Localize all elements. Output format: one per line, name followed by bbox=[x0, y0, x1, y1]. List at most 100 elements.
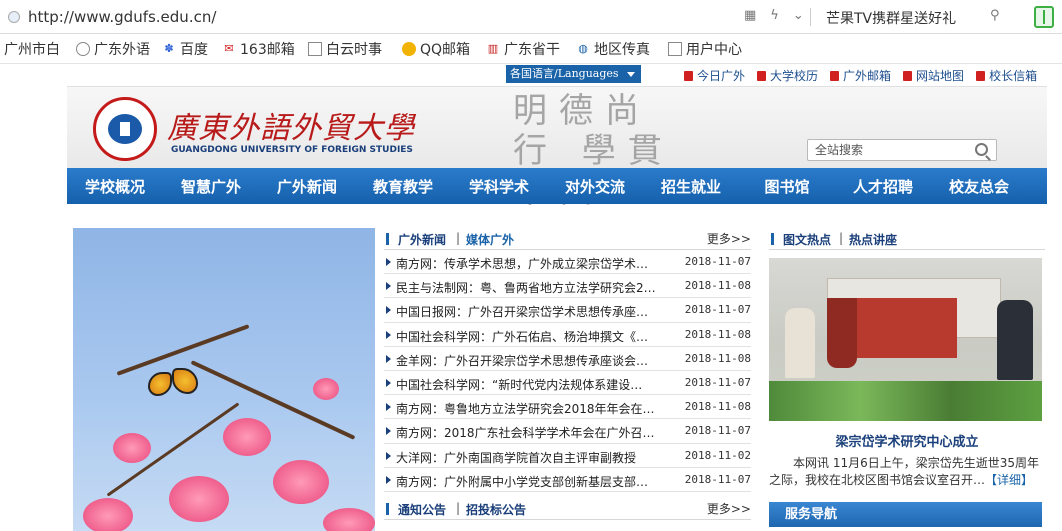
language-select[interactable]: 各国语言/Languages bbox=[506, 65, 641, 83]
blossom bbox=[313, 378, 339, 400]
list-item[interactable]: 中国社会科学网：广外石佑启、杨治坤撰文《… 2018-11-08 bbox=[384, 323, 751, 347]
arrow-icon bbox=[386, 378, 391, 387]
hot-section: 图文热点 | 热点讲座 梁宗岱学术研究中心成立 本网讯 11月6日上午，梁宗岱先… bbox=[769, 228, 1045, 489]
top-links: 今日广外 大学校历 广外邮箱 网站地图 校长信箱 bbox=[684, 67, 1037, 84]
tab-lectures[interactable]: 热点讲座 bbox=[849, 231, 897, 248]
toplink-sitemap[interactable]: 网站地图 bbox=[903, 67, 964, 84]
site-search-input[interactable]: 全站搜索 bbox=[807, 139, 997, 161]
arrow-icon bbox=[386, 451, 391, 460]
address-tools: ▦ ϟ ⌄ bbox=[744, 8, 804, 23]
nav-item[interactable]: 图书馆 bbox=[739, 176, 835, 197]
bookmark-item[interactable]: 广州市白 bbox=[0, 39, 72, 59]
hot-summary: 本网讯 11月6日上午，梁宗岱先生逝世35周年之际，我校在北校区图书馆会议室召开… bbox=[769, 456, 1039, 487]
news-list: 南方网：传承学术思想，广外成立梁宗岱学术… 2018-11-07 民主与法制网：粤… bbox=[384, 250, 751, 492]
paw-icon: ✽ bbox=[164, 41, 174, 55]
globe-icon bbox=[8, 10, 20, 23]
list-item[interactable]: 南方网：粤鲁地方立法学研究会2018年年会在… 2018-11-08 bbox=[384, 395, 751, 420]
section-marker bbox=[771, 233, 774, 245]
blossom bbox=[113, 433, 151, 463]
nav-item[interactable]: 学科学术 bbox=[451, 176, 547, 197]
nav-item[interactable]: 招生就业 bbox=[643, 176, 739, 197]
sitemap-icon bbox=[903, 70, 913, 81]
list-item[interactable]: 南方网：传承学术思想，广外成立梁宗岱学术… 2018-11-07 bbox=[384, 250, 751, 275]
blossom bbox=[323, 508, 375, 531]
blossom bbox=[223, 418, 271, 456]
tab-bidding[interactable]: 招投标公告 bbox=[466, 501, 526, 518]
nav-item[interactable]: 广外新闻 bbox=[259, 176, 355, 197]
bookmark-item[interactable]: 广东外语 bbox=[72, 39, 158, 59]
bolt-icon[interactable]: ϟ bbox=[770, 8, 779, 23]
logo-english-name: GUANGDONG UNIVERSITY OF FOREIGN STUDIES bbox=[171, 145, 413, 155]
bookmark-item[interactable]: ◍ 地区传真 bbox=[572, 39, 664, 59]
logo-chinese-name: 廣東外語外貿大學 bbox=[167, 111, 415, 146]
site-header: 廣東外語外貿大學 GUANGDONG UNIVERSITY OF FOREIGN… bbox=[67, 86, 1047, 211]
tab-media-news[interactable]: 媒体广外 bbox=[466, 231, 514, 248]
mail163-icon: ✉ bbox=[224, 41, 234, 55]
hot-headline[interactable]: 梁宗岱学术研究中心成立 bbox=[769, 431, 1045, 450]
list-item[interactable]: 民主与法制网：粤、鲁两省地方立法学研究会2… 2018-11-08 bbox=[384, 274, 751, 299]
bookmark-item[interactable]: 白云时事 bbox=[304, 39, 398, 59]
tab-separator: | bbox=[456, 500, 461, 515]
bookmark-item[interactable]: 用户中心 bbox=[664, 39, 754, 59]
bookmark-item[interactable]: QQ邮箱 bbox=[398, 39, 482, 59]
section-marker bbox=[386, 502, 389, 515]
tab-notices[interactable]: 通知公告 bbox=[398, 501, 446, 518]
toplink-mail[interactable]: 广外邮箱 bbox=[830, 67, 891, 84]
mail-icon bbox=[976, 70, 986, 81]
arrow-icon bbox=[386, 258, 391, 266]
tab-campus-news[interactable]: 广外新闻 bbox=[398, 231, 446, 248]
list-item[interactable]: 南方网：2018广东社会科学学术年会在广外召… 2018-11-07 bbox=[384, 419, 751, 444]
nav-item[interactable]: 人才招聘 bbox=[835, 176, 931, 197]
swirl-icon: ◍ bbox=[578, 41, 588, 55]
nav-item[interactable]: 学校概况 bbox=[67, 176, 163, 197]
university-logo[interactable] bbox=[93, 97, 157, 161]
list-item[interactable]: 金羊网：广外召开梁宗岱学术思想传承座谈会… 2018-11-08 bbox=[384, 347, 751, 371]
grid-icon[interactable]: ▦ bbox=[744, 8, 756, 23]
list-item[interactable]: 中国日报网：广外召开梁宗岱学术思想传承座… 2018-11-07 bbox=[384, 298, 751, 323]
nav-item[interactable]: 教育教学 bbox=[355, 176, 451, 197]
more-link[interactable]: 更多>> bbox=[707, 500, 751, 517]
search-icon[interactable] bbox=[975, 143, 988, 156]
arrow-icon bbox=[386, 475, 391, 484]
tab-separator: | bbox=[456, 231, 461, 245]
promo-link[interactable]: 芒果TV携群星送好礼 bbox=[826, 8, 956, 28]
nav-item[interactable]: 对外交流 bbox=[547, 176, 643, 197]
url-text[interactable]: http://www.gdufs.edu.cn/ bbox=[28, 8, 216, 26]
page-icon bbox=[308, 41, 322, 56]
book-icon: ▥ bbox=[487, 41, 499, 55]
toplink-calendar[interactable]: 大学校历 bbox=[757, 67, 818, 84]
banner-image[interactable] bbox=[73, 228, 375, 531]
blossom bbox=[273, 460, 329, 504]
bookmark-item[interactable]: ✉ 163邮箱 bbox=[218, 39, 304, 59]
bookmark-item[interactable]: ✽ 百度 bbox=[158, 39, 218, 59]
tab-photo-hot[interactable]: 图文热点 bbox=[783, 231, 831, 248]
arrow-icon bbox=[386, 427, 391, 436]
search-icon[interactable]: ⚲ bbox=[990, 8, 1000, 23]
arrow-icon bbox=[386, 403, 391, 412]
service-nav-header[interactable]: 服务导航 bbox=[769, 502, 1042, 527]
phone-icon bbox=[684, 70, 693, 81]
toplink-president-mail[interactable]: 校长信箱 bbox=[976, 67, 1037, 84]
qq-icon bbox=[402, 41, 416, 56]
detail-link[interactable]: 【详细】 bbox=[985, 473, 1033, 487]
list-item[interactable]: 大洋网：广外南国商学院首次自主评审副教授 2018-11-02 bbox=[384, 444, 751, 468]
toplink-today[interactable]: 今日广外 bbox=[684, 67, 745, 84]
reader-icon[interactable] bbox=[1034, 6, 1054, 28]
mail-icon bbox=[830, 70, 840, 81]
nav-item[interactable]: 智慧广外 bbox=[163, 176, 259, 197]
bookmark-item[interactable]: ▥ 广东省干 bbox=[482, 39, 572, 59]
notice-tab-header: 通知公告 | 招投标公告 更多>> bbox=[384, 498, 751, 520]
divider bbox=[810, 8, 811, 26]
calendar-icon bbox=[757, 70, 767, 81]
more-link[interactable]: 更多>> bbox=[707, 230, 751, 247]
arrow-icon bbox=[386, 306, 391, 315]
chevron-down-icon[interactable]: ⌄ bbox=[793, 8, 804, 23]
tab-separator: | bbox=[839, 231, 844, 245]
nav-item[interactable]: 校友总会 bbox=[931, 176, 1027, 197]
list-item[interactable]: 中国社会科学网：“新时代党内法规体系建设… 2018-11-07 bbox=[384, 371, 751, 396]
list-item[interactable]: 南方网：广外附属中小学党支部创新基层支部… 2018-11-07 bbox=[384, 468, 751, 492]
page-icon bbox=[668, 41, 682, 56]
globe-icon bbox=[76, 41, 90, 56]
butterfly bbox=[148, 368, 200, 402]
hot-photo[interactable] bbox=[769, 258, 1042, 421]
